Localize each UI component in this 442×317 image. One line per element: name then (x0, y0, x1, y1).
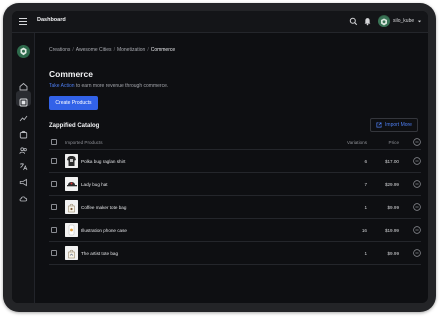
product-variations: 6 (364, 159, 367, 164)
product-variations: 1 (364, 205, 367, 210)
translate-icon[interactable] (19, 158, 28, 171)
users-icon[interactable] (19, 142, 28, 154)
product-price: $19.99 (384, 228, 399, 233)
sidebar (12, 33, 35, 303)
shop-icon[interactable] (19, 126, 28, 139)
breadcrumb-current: Commerce (150, 47, 176, 53)
select-all-checkbox[interactable] (51, 139, 57, 145)
product-name: Illustration phone case (81, 228, 127, 233)
row-checkbox[interactable] (51, 158, 57, 164)
subtitle-text: to earn more revenue through commerce. (74, 83, 169, 89)
menu-icon[interactable] (19, 18, 27, 26)
main-content: Creations / Awesome Cities / Monetization / Co… (35, 33, 428, 303)
brand-logo[interactable] (17, 45, 30, 58)
row-more-icon[interactable] (413, 203, 421, 211)
product-thumbnail (65, 223, 78, 237)
product-variations: 7 (364, 182, 367, 187)
username[interactable]: silo_kube (393, 18, 414, 24)
table-header: Imported Products Variations Price (49, 136, 421, 150)
row-checkbox[interactable] (51, 227, 57, 233)
product-price: $9.99 (387, 205, 400, 210)
product-name: The artist tote bag (81, 251, 119, 256)
table-row[interactable]: Lady bug hat 7 $29.99 (49, 173, 421, 196)
search-icon[interactable] (349, 17, 358, 26)
app-screen: Dashboard silo_kube Creations / Awesome … (12, 11, 428, 303)
breadcrumb: Creations / Awesome Cities / Monetization / Co… (49, 47, 176, 53)
row-more-icon[interactable] (413, 157, 421, 165)
product-price: $17.00 (384, 159, 399, 164)
section-title: Zappified Catalog (49, 123, 100, 129)
product-thumbnail (65, 154, 78, 168)
more-icon[interactable] (413, 138, 421, 146)
bell-icon[interactable] (363, 17, 372, 26)
avatar[interactable] (378, 15, 390, 27)
header-product: Imported Products (65, 140, 103, 145)
product-name: Lady bug hat (81, 182, 108, 187)
product-thumbnail (65, 200, 78, 214)
header-variations: Variations (346, 140, 367, 145)
catalog-table: Imported Products Variations Price Polka… (49, 136, 421, 265)
product-name: Polka bug raglan shirt (81, 159, 126, 164)
table-row[interactable]: Illustration phone case 16 $19.99 (49, 219, 421, 242)
chevron-down-icon[interactable] (417, 19, 422, 24)
product-thumbnail (65, 246, 78, 260)
app-title: Dashboard (37, 17, 66, 23)
page-title: Commerce (49, 69, 93, 79)
tablet-frame: Dashboard silo_kube Creations / Awesome … (3, 3, 436, 312)
product-name: Coffee maker tote bag (81, 205, 127, 210)
breadcrumb-item[interactable]: Monetization (117, 47, 145, 53)
breadcrumb-item[interactable]: Awesome Cities (76, 47, 112, 53)
take-action-link[interactable]: Take Action (49, 83, 75, 89)
table-row[interactable]: Polka bug raglan shirt 6 $17.00 (49, 150, 421, 173)
header-price: Price (388, 140, 399, 145)
product-thumbnail (65, 177, 78, 191)
gallery-icon[interactable] (16, 91, 31, 107)
table-row[interactable]: The artist tote bag 1 $9.99 (49, 242, 421, 265)
row-checkbox[interactable] (51, 204, 57, 210)
row-checkbox[interactable] (51, 181, 57, 187)
product-variations: 1 (364, 251, 367, 256)
home-icon[interactable] (19, 78, 28, 91)
breadcrumb-item[interactable]: Creations (49, 47, 70, 53)
row-checkbox[interactable] (51, 250, 57, 256)
product-variations: 16 (361, 228, 367, 233)
create-products-button[interactable]: Create Products (49, 96, 98, 110)
top-bar: Dashboard silo_kube (12, 11, 428, 33)
row-more-icon[interactable] (413, 180, 421, 188)
megaphone-icon[interactable] (19, 174, 28, 187)
import-more-button[interactable]: Import More (370, 118, 418, 132)
analytics-icon[interactable] (19, 110, 28, 122)
row-more-icon[interactable] (413, 249, 421, 257)
import-more-label: Import More (385, 122, 412, 128)
row-more-icon[interactable] (413, 226, 421, 234)
table-row[interactable]: Coffee maker tote bag 1 $9.99 (49, 196, 421, 219)
product-price: $29.99 (384, 182, 399, 187)
cloud-icon[interactable] (19, 190, 28, 202)
page-subtitle: Take Action to earn more revenue through… (49, 83, 168, 89)
product-price: $9.99 (387, 251, 400, 256)
external-link-icon (376, 122, 382, 128)
